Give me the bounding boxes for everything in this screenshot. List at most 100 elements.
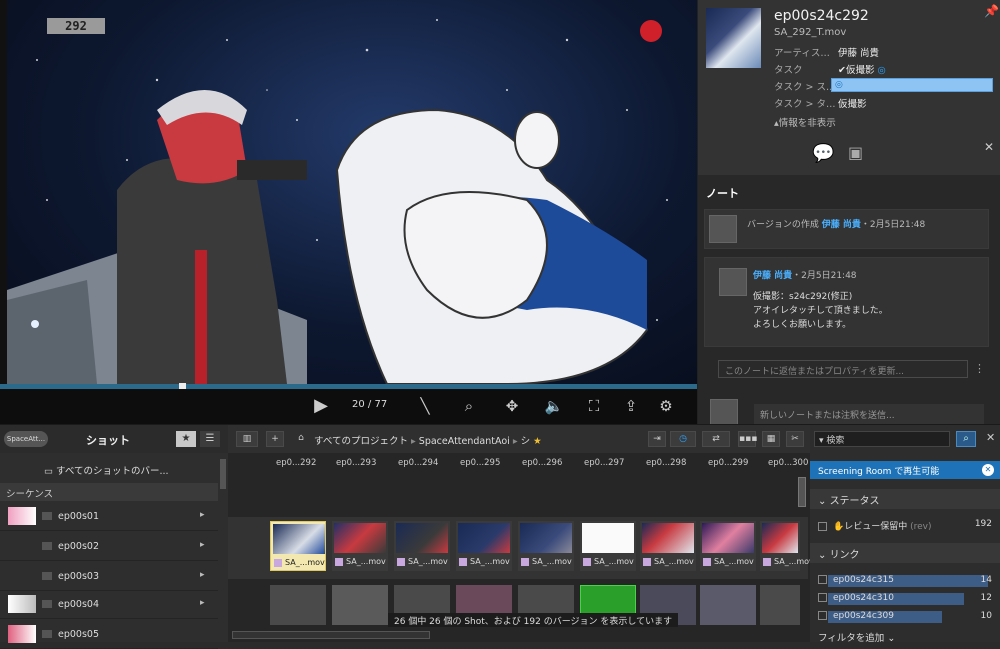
status-swatch: [274, 559, 282, 567]
card-thumbnail: [582, 523, 634, 553]
column-header[interactable]: ep0...299: [708, 458, 748, 468]
note-item[interactable]: バージョンの作成 伊藤 尚貴・2月5日21:48: [704, 209, 989, 249]
chevron-right-icon[interactable]: ▸: [200, 540, 205, 550]
field-value-artist[interactable]: 伊藤 尚貴: [838, 45, 879, 59]
field-value-task[interactable]: ✔仮撮影 ◎: [838, 62, 886, 76]
version-card[interactable]: SA_...mov: [332, 521, 388, 571]
column-header[interactable]: ep0...294: [398, 458, 438, 468]
video-viewer[interactable]: 292 ▶ 20 / 77 ╲ ⌕ ✥ 🔈 ⛶ ⇪ ⚙: [0, 0, 697, 424]
note-author[interactable]: 伊藤 尚貴: [753, 271, 792, 281]
media-icon[interactable]: ▣: [848, 143, 863, 162]
fullscreen-icon[interactable]: ⛶: [583, 395, 605, 417]
column-header[interactable]: ep0...292: [276, 458, 316, 468]
version-card[interactable]: SA_...mov: [518, 521, 574, 571]
version-card[interactable]: [760, 585, 800, 625]
filter-section-links[interactable]: ⌄ リンク: [810, 543, 1000, 563]
zoom-icon[interactable]: ⌕: [458, 395, 480, 417]
version-card[interactable]: [270, 585, 326, 625]
star-icon[interactable]: ★: [176, 431, 196, 447]
version-card[interactable]: SA_...mov: [394, 521, 450, 571]
version-thumbnail[interactable]: [706, 8, 761, 68]
sequence-row[interactable]: ep00s01 ▸: [0, 503, 218, 531]
sequence-row[interactable]: ep00s05: [0, 621, 218, 649]
version-card[interactable]: SA_...mov: [640, 521, 696, 571]
home-icon[interactable]: ⌂: [292, 431, 310, 447]
breadcrumb-item[interactable]: シ: [521, 436, 531, 447]
close-icon[interactable]: ✕: [986, 431, 995, 444]
screening-room-banner[interactable]: Screening Room で再生可能 ✕: [810, 461, 1000, 479]
version-card[interactable]: SA_...mov: [580, 521, 636, 571]
horizontal-scrollbar[interactable]: [232, 631, 430, 639]
column-header[interactable]: ep0...293: [336, 458, 376, 468]
version-card[interactable]: SA_...mov: [760, 521, 814, 571]
dots-icon[interactable]: ▪▪▪: [738, 431, 757, 447]
reply-input[interactable]: このノートに返信またはプロパティを更新...: [718, 360, 968, 378]
close-icon[interactable]: ✕: [982, 464, 994, 476]
annotate-icon[interactable]: ╲: [414, 395, 436, 417]
note-author[interactable]: 伊藤 尚貴: [822, 220, 861, 230]
card-label: SA_...mov: [408, 557, 448, 566]
share-icon[interactable]: ⇪: [620, 395, 642, 417]
more-icon[interactable]: ⋮: [974, 362, 985, 375]
breadcrumb-item[interactable]: すべてのプロジェクト: [314, 436, 408, 447]
play-icon[interactable]: ▶: [310, 395, 332, 417]
settings-icon[interactable]: ⚙: [655, 395, 677, 417]
close-icon[interactable]: ✕: [984, 140, 994, 154]
all-versions-item[interactable]: ▭ すべてのショットのバー...: [44, 463, 169, 477]
star-icon[interactable]: ★: [533, 436, 542, 447]
sequence-row[interactable]: ep00s04 ▸: [0, 591, 218, 619]
breadcrumb-item[interactable]: SpaceAttendantAoi: [419, 436, 510, 447]
export-icon[interactable]: ⇥: [648, 431, 666, 447]
version-card[interactable]: SA_...mov: [270, 521, 326, 571]
layout-icon[interactable]: ▥: [236, 431, 258, 447]
sequence-row[interactable]: ep00s03 ▸: [0, 563, 218, 591]
column-header[interactable]: ep0...298: [646, 458, 686, 468]
version-card[interactable]: SA_...mov: [700, 521, 756, 571]
clock-icon[interactable]: ◷: [670, 431, 696, 447]
column-header[interactable]: ep0...295: [460, 458, 500, 468]
checkbox[interactable]: [818, 611, 827, 620]
chevron-right-icon[interactable]: ▸: [200, 510, 205, 520]
search-input[interactable]: ▾ 検索: [814, 431, 950, 447]
field-value-task-type[interactable]: 仮撮影: [838, 96, 867, 110]
checkbox[interactable]: [818, 522, 827, 531]
scissors-icon[interactable]: ✂: [786, 431, 804, 447]
hide-info-link[interactable]: ▴情報を非表示: [774, 115, 836, 129]
filter-option[interactable]: ep00s24c310 12: [818, 593, 996, 607]
project-button[interactable]: SpaceAtt...: [4, 431, 48, 447]
sort-icon[interactable]: ⇄: [702, 431, 730, 447]
pin-icon[interactable]: 📌: [984, 4, 999, 18]
volume-icon[interactable]: 🔈: [543, 395, 565, 417]
list-icon[interactable]: ☰: [200, 431, 220, 447]
filter-option[interactable]: ep00s24c309 10: [818, 611, 996, 625]
filter-option[interactable]: ✋レビュー保留中 (rev) 192: [818, 519, 996, 533]
version-card[interactable]: [700, 585, 756, 625]
scrollbar[interactable]: [798, 477, 806, 507]
shot-code[interactable]: ep00s24c292: [774, 8, 869, 24]
search-icon[interactable]: ⌕: [956, 431, 976, 447]
frame-number-badge: 292: [47, 18, 105, 34]
checkbox[interactable]: [818, 593, 827, 602]
version-card[interactable]: SA_...mov: [456, 521, 512, 571]
filter-option[interactable]: ep00s24c315 14: [818, 575, 996, 589]
column-header[interactable]: ep0...296: [522, 458, 562, 468]
chevron-right-icon[interactable]: ▸: [200, 570, 205, 580]
new-note-input[interactable]: 新しいノートまたは注釈を送信...: [754, 404, 984, 424]
grid-icon[interactable]: ▦: [762, 431, 780, 447]
chat-icon[interactable]: 💬: [812, 143, 834, 164]
version-card[interactable]: [332, 585, 388, 625]
chevron-right-icon[interactable]: ▸: [200, 598, 205, 608]
scrollbar[interactable]: [220, 459, 226, 489]
sequence-row[interactable]: ep00s02 ▸: [0, 533, 218, 561]
pan-icon[interactable]: ✥: [501, 395, 523, 417]
card-thumbnail: [762, 523, 798, 553]
column-header[interactable]: ep0...300: [768, 458, 808, 468]
add-icon[interactable]: +: [266, 431, 284, 447]
notes-header: ノート: [706, 187, 739, 200]
filter-section-status[interactable]: ⌄ ステータス: [810, 489, 1000, 509]
video-frame[interactable]: 292: [7, 0, 697, 384]
task-status-field[interactable]: ◎: [831, 78, 993, 92]
column-header[interactable]: ep0...297: [584, 458, 624, 468]
checkbox[interactable]: [818, 575, 827, 584]
note-item[interactable]: 伊藤 尚貴・2月5日21:48 仮撮影：s24c292(修正) アオイレタッチし…: [704, 257, 989, 347]
